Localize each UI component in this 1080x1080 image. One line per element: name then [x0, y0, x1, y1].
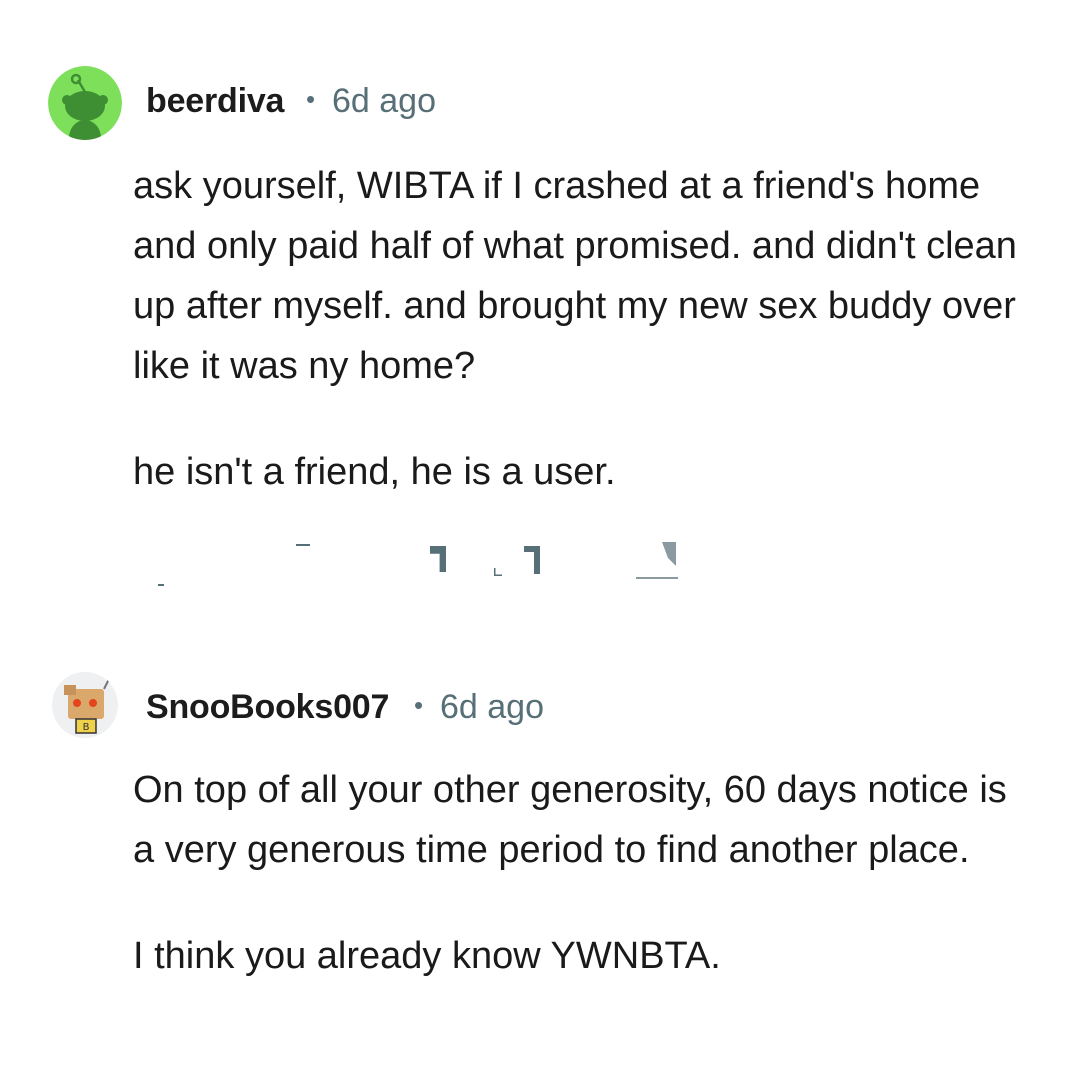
meta-separator: •: [414, 690, 424, 720]
user-avatar-icon[interactable]: [48, 66, 122, 140]
share-icon[interactable]: [492, 546, 540, 578]
svg-text:B: B: [83, 722, 90, 733]
timestamp: 6d ago: [440, 688, 544, 726]
comment-body: On top of all your other generosity, 60 …: [133, 760, 1033, 986]
author-name[interactable]: beerdiva: [146, 82, 284, 121]
more-options-icon[interactable]: [636, 542, 678, 580]
user-avatar-icon[interactable]: B: [52, 671, 118, 739]
comment-body: ask yourself, WIBTA if I crashed at a fr…: [133, 156, 1033, 502]
comment-paragraph: he isn't a friend, he is a user.: [133, 451, 616, 493]
comment-paragraph: On top of all your other generosity, 60 …: [133, 769, 1007, 871]
meta-separator: •: [306, 84, 316, 114]
author-name[interactable]: SnooBooks007: [146, 688, 389, 727]
comment-paragraph: I think you already know YWNBTA.: [133, 935, 721, 977]
score-fragment: [296, 544, 310, 546]
timestamp: 6d ago: [332, 82, 436, 120]
comment-action-bar: [150, 534, 710, 588]
comment-paragraph: ask yourself, WIBTA if I crashed at a fr…: [133, 165, 1017, 387]
reply-icon[interactable]: [430, 546, 446, 572]
upvote-icon[interactable]: [158, 584, 164, 586]
